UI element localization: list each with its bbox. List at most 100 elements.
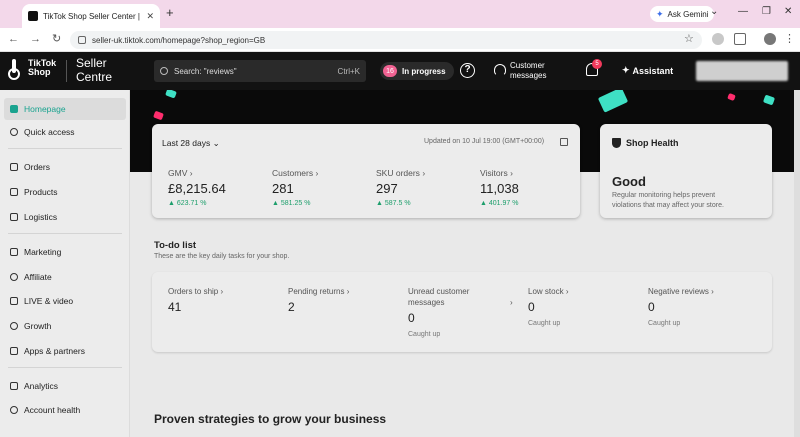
extensions-puzzle-icon[interactable] <box>734 33 746 45</box>
browser-tabstrip: TikTok Shop Seller Center | Uni ✕ + ✦ As… <box>0 0 800 28</box>
arrow-up-icon: ▲ <box>480 200 489 207</box>
todo-negative-reviews[interactable]: Negative reviews › 0 Caught up <box>648 286 758 327</box>
search-placeholder: Search: "reviews" <box>174 66 237 76</box>
customer-messages-button[interactable]: Customer messages <box>510 61 556 81</box>
metric-value: 11,038 <box>480 181 519 196</box>
metric-customers[interactable]: Customers › 281 ▲ 581.25 % <box>272 168 372 207</box>
metric-sku-orders[interactable]: SKU orders › 297 ▲ 587.5 % <box>376 168 476 207</box>
shop-health-card[interactable]: Shop Health Good Regular monitoring help… <box>600 124 772 218</box>
ask-gemini-label: Ask Gemini <box>667 9 709 19</box>
metric-value: 297 <box>376 181 398 196</box>
orders-icon <box>10 163 18 171</box>
window-close-icon[interactable]: ✕ <box>784 6 792 17</box>
sidebar-item-account-health[interactable]: Account health <box>4 399 126 421</box>
help-icon[interactable]: ? <box>460 63 475 78</box>
export-icon[interactable] <box>560 138 568 146</box>
url-text: seller-uk.tiktok.com/homepage?shop_regio… <box>92 35 266 45</box>
sidebar-item-label: Products <box>24 187 58 197</box>
sidebar-item-label: Homepage <box>24 104 66 114</box>
sidebar-item-quick-access[interactable]: Quick access <box>4 121 126 143</box>
chevron-right-icon: › <box>189 168 193 178</box>
todo-note: Caught up <box>648 320 681 327</box>
metric-value: 281 <box>272 181 294 196</box>
growth-icon <box>10 322 18 330</box>
todo-unread-messages[interactable]: Unread customer messages 0 Caught up <box>408 286 508 338</box>
address-bar[interactable]: seller-uk.tiktok.com/homepage?shop_regio… <box>70 31 702 49</box>
search-input[interactable]: Search: "reviews" Ctrl+K <box>154 60 366 82</box>
browser-menu-icon[interactable]: ⋮ <box>784 33 795 45</box>
sidebar-item-homepage[interactable]: Homepage <box>4 98 126 120</box>
sidebar-item-label: Analytics <box>24 381 59 391</box>
sidebar-item-analytics[interactable]: Analytics <box>4 375 126 397</box>
todo-pending-returns[interactable]: Pending returns › 2 <box>288 286 398 314</box>
forward-icon[interactable]: → <box>30 33 41 45</box>
sidebar-divider <box>8 148 122 149</box>
search-shortcut: Ctrl+K <box>337 66 360 76</box>
in-progress-button[interactable]: 16 In progress <box>380 62 454 80</box>
sidebar-item-orders[interactable]: Orders <box>4 156 126 178</box>
todo-value: 0 <box>648 300 655 314</box>
restore-icon[interactable]: ❐ <box>762 6 771 17</box>
logistics-icon <box>10 213 18 221</box>
tiktok-shop-logo[interactable]: TikTok Shop <box>8 59 64 80</box>
todo-value: 0 <box>528 300 535 314</box>
chevron-right-icon: › <box>510 168 513 178</box>
todo-label: Unread customer messages <box>408 287 470 307</box>
product-name: Seller Centre <box>76 56 113 84</box>
sidebar-item-products[interactable]: Products <box>4 181 126 203</box>
tab-search-icon[interactable]: ⌄ <box>710 6 718 17</box>
assistant-button[interactable]: ✦ Assistant <box>622 65 673 76</box>
todo-value: 41 <box>168 300 182 314</box>
period-selector[interactable]: Last 28 days ⌄ <box>162 138 220 149</box>
todo-low-stock[interactable]: Low stock › 0 Caught up <box>528 286 638 327</box>
reload-icon[interactable]: ↻ <box>52 33 61 45</box>
minimize-icon[interactable]: — <box>738 6 748 17</box>
chevron-right-icon: › <box>315 168 319 178</box>
todo-label: Orders to ship <box>168 287 219 296</box>
sidebar-item-marketing[interactable]: Marketing <box>4 241 126 263</box>
sidebar-item-apps-partners[interactable]: Apps & partners <box>4 340 126 362</box>
sidebar-item-growth[interactable]: Growth <box>4 315 126 337</box>
affiliate-icon <box>10 273 18 281</box>
sidebar-item-label: Marketing <box>24 247 62 257</box>
decor-shape <box>762 94 776 106</box>
sidebar-item-label: Orders <box>24 162 50 172</box>
chevron-right-icon: › <box>422 168 426 178</box>
tiktok-note-icon <box>8 59 24 80</box>
metric-visitors[interactable]: Visitors › 11,038 ▲ 401.97 % <box>480 168 580 207</box>
todo-label: Low stock <box>528 287 564 296</box>
extension-icon[interactable] <box>712 33 724 45</box>
todo-value: 2 <box>288 300 295 314</box>
sidebar-item-label: Apps & partners <box>24 346 85 356</box>
tab-title: TikTok Shop Seller Center | Uni <box>43 11 141 21</box>
site-info-icon[interactable] <box>78 36 86 44</box>
chevron-right-icon[interactable]: › <box>510 298 513 307</box>
todo-orders-to-ship[interactable]: Orders to ship › 41 <box>168 286 278 314</box>
new-tab-icon[interactable]: + <box>166 6 174 20</box>
sidebar-item-live-video[interactable]: LIVE & video <box>4 290 126 312</box>
screen: TikTok Shop Seller Center | Uni ✕ + ✦ As… <box>0 0 800 437</box>
account-menu[interactable] <box>696 61 788 81</box>
bookmark-star-icon[interactable]: ☆ <box>684 33 694 45</box>
metric-change: 587.5 % <box>384 200 411 207</box>
chevron-right-icon: › <box>346 287 350 296</box>
sidebar-item-label: Logistics <box>24 212 58 222</box>
page-scrollbar[interactable] <box>794 90 800 437</box>
browser-tab[interactable]: TikTok Shop Seller Center | Uni ✕ <box>22 4 160 28</box>
sidebar-item-affiliate[interactable]: Affiliate <box>4 266 126 288</box>
arrow-up-icon: ▲ <box>272 200 281 207</box>
gemini-icon: ✦ <box>656 8 664 19</box>
arrow-up-icon: ▲ <box>168 200 177 207</box>
todo-note: Caught up <box>528 320 561 327</box>
metric-gmv[interactable]: GMV › £8,215.64 ▲ 623.71 % <box>168 168 268 207</box>
close-tab-icon[interactable]: ✕ <box>146 11 154 22</box>
logo-divider <box>66 60 67 82</box>
ask-gemini-button[interactable]: ✦ Ask Gemini <box>650 6 715 22</box>
metric-value: £8,215.64 <box>168 181 226 196</box>
headset-icon[interactable] <box>494 64 506 76</box>
sidebar-item-logistics[interactable]: Logistics <box>4 206 126 228</box>
profile-avatar[interactable] <box>764 33 776 45</box>
shield-icon <box>612 138 621 148</box>
sidebar-item-label: Growth <box>24 321 52 331</box>
back-icon[interactable]: ← <box>8 33 19 45</box>
